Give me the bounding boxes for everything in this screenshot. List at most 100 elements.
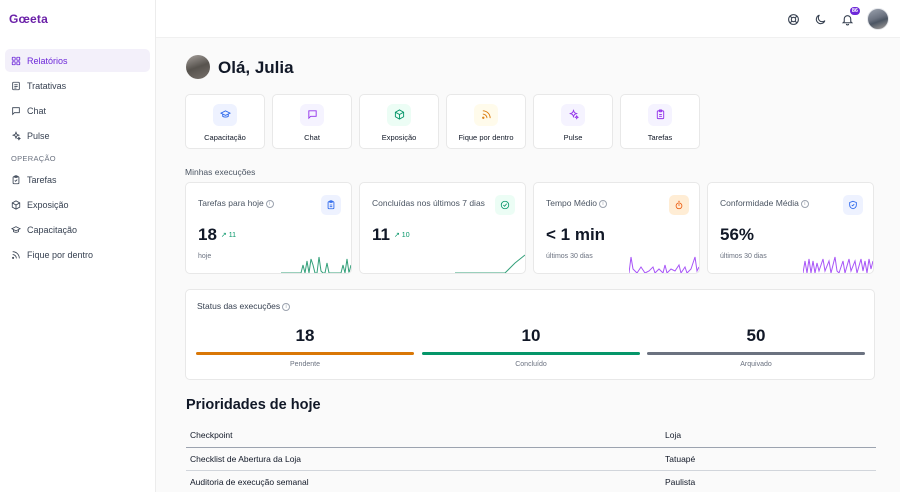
kpi-sparkline [455,254,525,273]
shortcut-capacitacao[interactable]: Capacitação [185,94,265,149]
kpi-title: Tarefas para hoje i [198,198,274,208]
shortcut-pulse[interactable]: Pulse [533,94,613,149]
kpi-subtitle: últimos 30 dias [546,253,593,260]
status-pendente[interactable]: 18 Pendente [196,326,414,368]
sidebar-item-fique-por-dentro[interactable]: Fique por dentro [5,243,150,266]
info-icon[interactable]: i [265,200,274,208]
table-cell: Tatuapé [665,453,696,464]
info-icon[interactable]: i [282,303,291,311]
shortcut-label: Pulse [563,132,583,142]
sidebar-item-pulse[interactable]: Pulse [5,124,150,147]
shortcut-label: Tarefas [647,132,673,142]
executions-section-label: Minhas execuções [185,167,256,177]
sidebar-item-exposicao[interactable]: Exposição [5,193,150,216]
kpi-value: 18 ↗ 11 [198,225,236,244]
sidebar-item-label: Tarefas [27,174,57,185]
status-label: Pendente [290,361,320,368]
kpi-delta: ↗ 11 [220,232,236,239]
table-cell: Paulista [665,477,696,488]
shortcut-label: Chat [304,132,320,142]
status-concluido[interactable]: 10 Concluído [422,326,640,368]
shortcut-tarefas[interactable]: Tarefas [620,94,700,149]
priorities-table: Checkpoint Loja Checklist de Abertura da… [186,424,876,492]
grid-icon [11,56,21,66]
kpi-subtitle: últimos 30 dias [720,253,767,260]
status-bar [422,352,640,355]
sidebar-item-capacitacao[interactable]: Capacitação [5,218,150,241]
box-icon [11,199,21,210]
kpi-title: Conformidade Média i [720,198,809,208]
sidebar-item-chat[interactable]: Chat [5,99,150,122]
status-label: Arquivado [740,361,772,368]
sidebar-item-label: Pulse [27,130,50,141]
sidebar-item-tarefas[interactable]: Tarefas [5,168,150,191]
table-cell: Auditoria de execução semanal [190,477,309,488]
graduation-cap-icon [213,103,237,126]
page-title: Olá, Julia [218,58,294,77]
kpi-card-tempo-medio[interactable]: Tempo Médio i < 1 min últimos 30 dias [533,182,700,274]
check-circle-icon [495,195,515,215]
sidebar-item-label: Relatórios [27,55,68,66]
table-header: Checkpoint Loja [186,424,876,448]
shortcut-fique-por-dentro[interactable]: Fique por dentro [446,94,526,149]
table-row[interactable]: Checklist de Abertura da Loja Tatuapé [186,448,876,471]
info-icon[interactable]: i [599,200,608,208]
clipboard-icon [321,195,341,215]
clipboard-check-icon [11,174,21,185]
table-row[interactable]: Auditoria de execução semanal Paulista [186,471,876,492]
sidebar-section-label: OPERAÇÃO [11,154,56,163]
shortcut-chat[interactable]: Chat [272,94,352,149]
sparkles-icon [561,103,585,126]
moon-icon[interactable] [813,12,827,26]
rss-icon [474,103,498,126]
sidebar-item-tratativas[interactable]: Tratativas [5,74,150,97]
shortcut-label: Capacitação [204,132,246,142]
kpi-sparkline [629,256,699,273]
status-bar [647,352,865,355]
shortcut-label: Fique por dentro [458,132,514,142]
kpi-subtitle: hoje [198,253,212,260]
timer-icon [669,195,689,215]
message-icon [11,106,21,116]
kpi-title: Tempo Médio i [546,198,608,208]
column-header-loja[interactable]: Loja [661,430,681,440]
kpi-card-tarefas-hoje[interactable]: Tarefas para hoje i 18 ↗ 11 hoje [185,182,352,274]
kpi-sparkline [281,256,351,273]
status-card: Status das execuções i 18 Pendente 10 Con… [185,289,875,380]
app-logo[interactable]: Gœeta [9,12,48,26]
column-header-checkpoint[interactable]: Checkpoint [186,430,661,440]
status-label: Concluído [515,361,547,368]
sidebar-item-label: Tratativas [27,80,67,91]
kpi-title: Concluídas nos últimos 7 dias [372,198,485,208]
status-arquivado[interactable]: 50 Arquivado [647,326,865,368]
info-icon[interactable]: i [800,200,809,208]
sidebar-nav: Relatórios Tratativas Chat Pulse OPERAÇÃ… [0,49,156,268]
shield-check-icon [843,195,863,215]
sidebar-item-label: Capacitação [27,224,78,235]
kpi-value: < 1 min [546,225,606,244]
shortcuts-row: Capacitação Chat Exposição Fique por den… [185,94,700,149]
kpi-card-conformidade[interactable]: Conformidade Média i 56% últimos 30 dias [707,182,874,274]
sidebar-item-label: Fique por dentro [27,249,94,260]
kpi-value: 11 ↗ 10 [372,225,410,244]
topbar: 86 [156,0,900,38]
shortcut-label: Exposição [381,132,417,142]
help-circle-icon[interactable] [786,12,800,26]
status-bar [196,352,414,355]
kpi-delta: ↗ 10 [393,232,410,239]
sidebar-item-relatorios[interactable]: Relatórios [5,49,150,72]
kpi-sparkline [803,256,873,273]
bell-icon[interactable]: 86 [840,7,860,26]
sidebar-item-label: Exposição [27,199,69,210]
priorities-title: Prioridades de hoje [186,397,321,413]
user-avatar[interactable] [867,8,889,30]
graduation-cap-icon [11,225,21,235]
kpi-card-concluidas[interactable]: Concluídas nos últimos 7 dias 11 ↗ 10 [359,182,526,274]
sidebar-item-label: Chat [27,105,47,116]
main-content: Olá, Julia Capacitação Chat Exposição Fi… [156,38,900,492]
rss-icon [11,250,21,260]
clipboard-list-icon [11,81,21,91]
shortcut-exposicao[interactable]: Exposição [359,94,439,149]
sparkles-icon [11,130,21,141]
status-value: 18 [295,326,315,345]
